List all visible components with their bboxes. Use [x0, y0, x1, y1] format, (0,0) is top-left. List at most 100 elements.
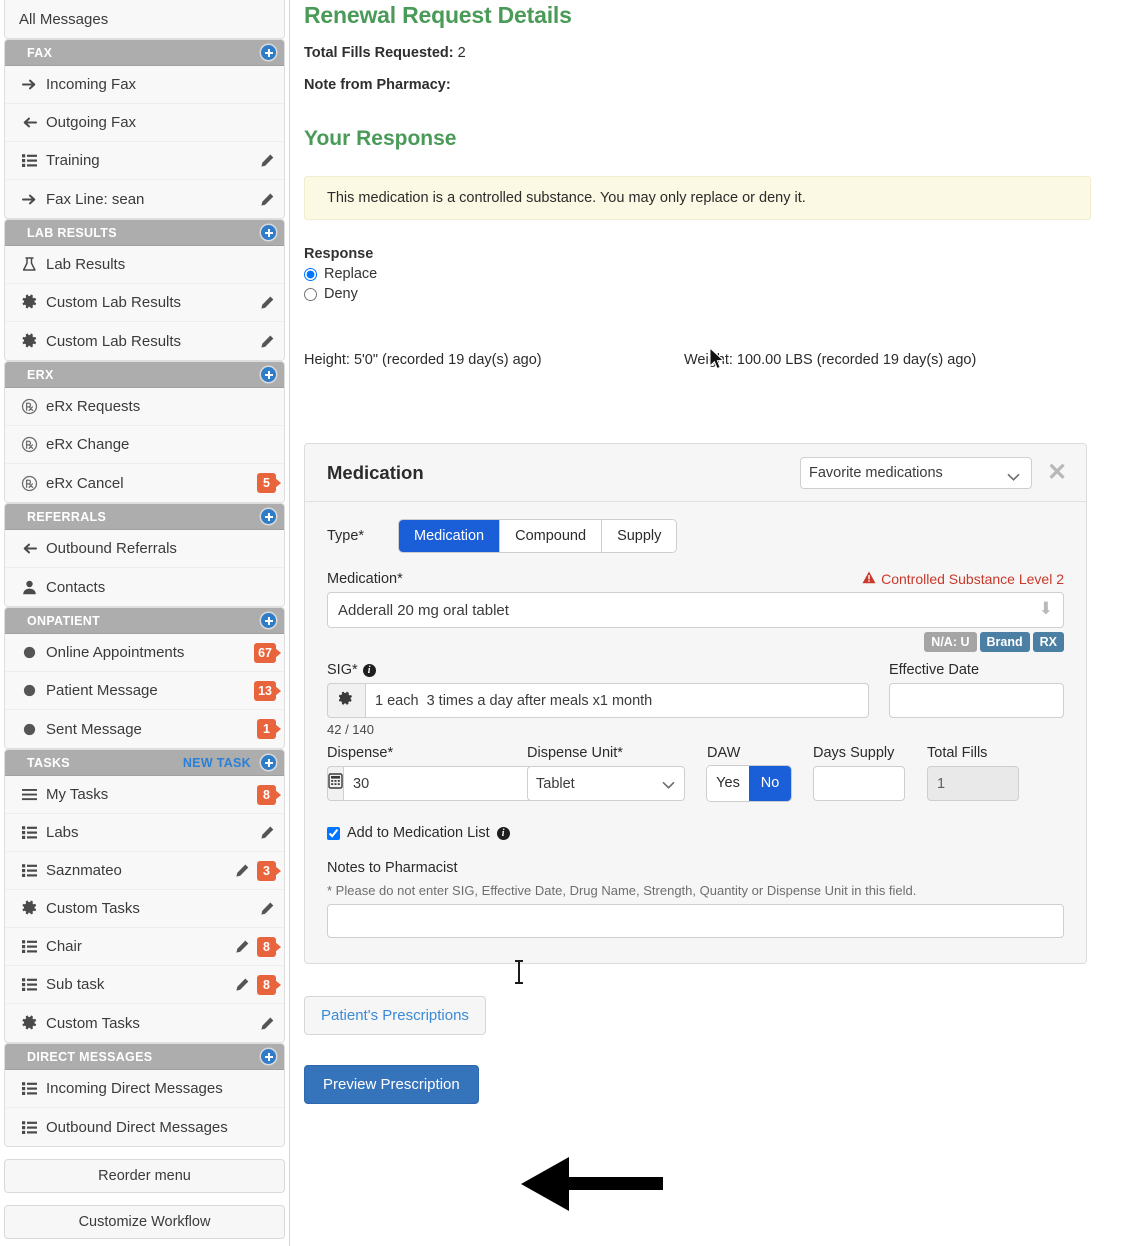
- info-icon[interactable]: i: [496, 826, 510, 840]
- daw-option-yes[interactable]: Yes: [707, 766, 749, 801]
- edit-pencil-icon[interactable]: [258, 334, 276, 349]
- reorder-menu-button[interactable]: Reorder menu: [4, 1159, 285, 1193]
- plus-circle-icon[interactable]: [261, 225, 276, 240]
- status-badge-brand: Brand: [979, 632, 1030, 652]
- customize-workflow-button[interactable]: Customize Workflow: [4, 1205, 285, 1239]
- edit-pencil-icon[interactable]: [258, 295, 276, 310]
- sidebar-item-sent-message[interactable]: Sent Message 1: [5, 710, 284, 748]
- plus-circle-icon[interactable]: [261, 509, 276, 524]
- edit-pencil-icon[interactable]: [258, 825, 276, 840]
- sidebar-section-header-direct-messages[interactable]: DIRECT MESSAGES: [5, 1044, 284, 1070]
- sidebar-section-header-fax[interactable]: FAX: [5, 40, 284, 66]
- days-supply-input[interactable]: [813, 766, 905, 801]
- sidebar-item-custom-tasks[interactable]: Custom Tasks: [5, 1004, 284, 1042]
- sig-input[interactable]: [365, 683, 869, 718]
- patients-prescriptions-button[interactable]: Patient's Prescriptions: [304, 996, 486, 1035]
- sidebar-item-erx-requests[interactable]: eRx Requests: [5, 388, 284, 426]
- sidebar-group-direct-messages: DIRECT MESSAGES Incoming Direct Messages O…: [4, 1043, 285, 1147]
- sidebar-item-label: Sent Message: [46, 720, 142, 738]
- effective-date-input[interactable]: [889, 683, 1064, 718]
- edit-pencil-icon[interactable]: [258, 192, 276, 207]
- daw-label: DAW: [707, 745, 741, 761]
- sidebar-item-saznmateo[interactable]: Saznmateo 3: [5, 852, 284, 890]
- sidebar-item-patient-message[interactable]: Patient Message 13: [5, 672, 284, 710]
- sidebar-item-label: Training: [46, 152, 100, 169]
- type-option-medication[interactable]: Medication: [399, 520, 501, 552]
- medication-input[interactable]: [327, 592, 1064, 628]
- dot-icon: [19, 682, 39, 699]
- sidebar-item-erx-change[interactable]: eRx Change: [5, 426, 284, 464]
- plus-circle-icon[interactable]: [261, 45, 276, 60]
- sidebar-section-header-onpatient[interactable]: ONPATIENT: [5, 608, 284, 634]
- sidebar-item-all-messages[interactable]: All Messages: [5, 0, 284, 38]
- sidebar-item-custom-lab-results[interactable]: Custom Lab Results: [5, 322, 284, 360]
- controlled-substance-banner: This medication is a controlled substanc…: [304, 176, 1091, 220]
- sidebar-item-fax-line-sean[interactable]: Fax Line: sean: [5, 180, 284, 218]
- sidebar-item-online-appointments[interactable]: Online Appointments 67: [5, 634, 284, 672]
- dispense-unit-select[interactable]: Tablet: [527, 766, 685, 801]
- response-option-replace[interactable]: Replace: [304, 266, 1132, 282]
- sidebar-item-contacts[interactable]: Contacts: [5, 568, 284, 606]
- add-to-medication-list-checkbox[interactable]: [327, 826, 340, 840]
- total-fills-label: Total Fills Requested:: [304, 45, 454, 61]
- favorite-medications-select[interactable]: Favorite medications: [800, 456, 1032, 489]
- edit-pencil-icon[interactable]: [233, 863, 251, 878]
- daw-option-no[interactable]: No: [749, 766, 791, 801]
- edit-pencil-icon[interactable]: [258, 1016, 276, 1031]
- sidebar-item-outgoing-fax[interactable]: Outgoing Fax: [5, 104, 284, 142]
- plus-circle-icon[interactable]: [261, 1049, 276, 1064]
- info-icon[interactable]: i: [362, 663, 376, 677]
- controlled-substance-warning-text: Controlled Substance Level 2: [881, 571, 1064, 587]
- add-to-medication-list-row[interactable]: Add to Medication List i: [327, 825, 1064, 841]
- sidebar-item-my-tasks[interactable]: My Tasks 8: [5, 776, 284, 814]
- deny-radio[interactable]: [304, 287, 317, 301]
- sidebar-item-labs[interactable]: Labs: [5, 814, 284, 852]
- sidebar-item-label: My Tasks: [46, 786, 109, 803]
- dispense-input-group: [327, 766, 550, 801]
- sidebar-section-header-referrals[interactable]: REFERRALS: [5, 504, 284, 530]
- rx-circle-icon: [19, 475, 39, 492]
- response-option-deny[interactable]: Deny: [304, 286, 1132, 302]
- dispense-unit-wrap: Tablet: [527, 761, 685, 801]
- type-segmented-control: Medication Compound Supply: [399, 520, 677, 552]
- type-option-compound[interactable]: Compound: [500, 520, 603, 552]
- type-option-supply[interactable]: Supply: [602, 520, 677, 552]
- edit-pencil-icon[interactable]: [233, 977, 251, 992]
- sidebar-item-incoming-fax[interactable]: Incoming Fax: [5, 66, 284, 104]
- dot-icon: [19, 644, 39, 661]
- sidebar-section-header-erx[interactable]: ERX: [5, 362, 284, 388]
- new-task-link[interactable]: NEW TASK: [183, 756, 251, 770]
- list-icon: [19, 862, 39, 879]
- sidebar-item-sub-task[interactable]: Sub task 8: [5, 966, 284, 1004]
- replace-radio[interactable]: [304, 267, 317, 281]
- sidebar-item-outbound-direct-messages[interactable]: Outbound Direct Messages: [5, 1108, 284, 1146]
- sidebar-item-outbound-referrals[interactable]: Outbound Referrals: [5, 530, 284, 568]
- list-icon: [19, 1080, 39, 1097]
- sidebar-section-header-tasks[interactable]: TASKS NEW TASK: [5, 750, 284, 776]
- deny-label: Deny: [324, 286, 358, 302]
- dispense-calculator-button[interactable]: [327, 766, 343, 801]
- sidebar-item-chair[interactable]: Chair 8: [5, 928, 284, 966]
- sidebar-item-badge: 1: [257, 719, 281, 739]
- sig-builder-button[interactable]: [327, 683, 365, 718]
- dispense-input[interactable]: [343, 766, 550, 801]
- edit-pencil-icon[interactable]: [258, 901, 276, 916]
- plus-circle-icon[interactable]: [261, 755, 276, 770]
- sidebar-item-incoming-direct-messages[interactable]: Incoming Direct Messages: [5, 1070, 284, 1108]
- edit-pencil-icon[interactable]: [233, 939, 251, 954]
- sidebar-item-training[interactable]: Training: [5, 142, 284, 180]
- sidebar-item-custom-lab-results[interactable]: Custom Lab Results: [5, 284, 284, 322]
- plus-circle-icon[interactable]: [261, 613, 276, 628]
- close-icon[interactable]: ✕: [1042, 460, 1072, 485]
- preview-prescription-button[interactable]: Preview Prescription: [304, 1065, 479, 1104]
- sidebar-sections: FAX Incoming Fax Outgoing Fax Training Fax L…: [0, 39, 289, 1147]
- sidebar-item-erx-cancel[interactable]: eRx Cancel 5: [5, 464, 284, 502]
- notes-to-pharmacist-input[interactable]: [327, 904, 1064, 938]
- plus-circle-icon[interactable]: [261, 367, 276, 382]
- edit-pencil-icon[interactable]: [258, 153, 276, 168]
- sidebar-item-lab-results[interactable]: Lab Results: [5, 246, 284, 284]
- sidebar-section-header-lab-results[interactable]: LAB RESULTS: [5, 220, 284, 246]
- sidebar-item-badge: 8: [257, 784, 281, 805]
- total-fills-field-label: Total Fills: [927, 745, 988, 761]
- sidebar-item-custom-tasks[interactable]: Custom Tasks: [5, 890, 284, 928]
